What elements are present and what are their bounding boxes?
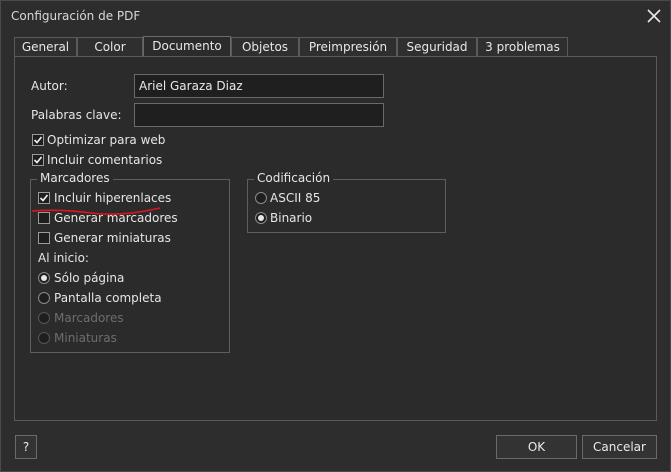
tab-label: Objetos [241,40,289,54]
radio-ascii85-label: ASCII 85 [270,191,321,205]
tab-label: Color [94,40,126,54]
radio-dot [41,275,47,281]
include-comments-checkbox[interactable] [32,154,44,166]
tab-label: Seguridad [406,40,468,54]
keywords-label: Palabras clave: [31,108,122,122]
author-label: Autor: [31,79,68,93]
radio-ascii85[interactable] [255,192,267,204]
tab-seguridad[interactable]: Seguridad [397,37,477,56]
radio-pantalla-completa-label: Pantalla completa [54,291,162,305]
generate-thumbnails-checkbox[interactable] [38,232,50,244]
radio-binario-label: Binario [270,211,313,225]
tab-problemas[interactable]: 3 problemas [477,37,568,56]
optimize-web-checkbox[interactable] [32,134,44,146]
radio-pantalla-completa[interactable] [38,292,50,304]
radio-binario[interactable] [255,212,267,224]
optimize-web-label: Optimizar para web [47,133,166,147]
tab-documento[interactable]: Documento [143,36,231,57]
check-icon [33,136,43,144]
tab-label: 3 problemas [485,40,560,54]
radio-miniaturas [38,332,50,344]
radio-dot [258,215,264,221]
title-bar: Configuración de PDF [1,1,670,33]
tab-general[interactable]: General [14,37,77,56]
generate-thumbnails-label: Generar miniaturas [54,231,171,245]
radio-marcadores [38,312,50,324]
include-hyperlinks-checkbox[interactable] [38,192,50,204]
keywords-input[interactable] [134,103,384,127]
include-hyperlinks-label: Incluir hiperenlaces [54,191,172,205]
tab-preimpresion[interactable]: Preimpresión [299,37,397,56]
help-button[interactable]: ? [15,435,37,459]
tab-label: Documento [152,39,222,53]
check-icon [33,156,43,164]
radio-solo-pagina[interactable] [38,272,50,284]
ok-button[interactable]: OK [496,435,577,459]
radio-solo-pagina-label: Sólo página [54,271,125,285]
author-input[interactable]: Ariel Garaza Diaz [134,74,384,98]
radio-marcadores-label: Marcadores [54,311,124,325]
encoding-legend: Codificación [254,171,334,185]
tab-label: Preimpresión [308,40,388,54]
check-icon [39,194,49,202]
pdf-settings-dialog: Configuración de PDF General Color Docum… [0,0,671,472]
include-comments-label: Incluir comentarios [47,153,163,167]
generate-bookmarks-checkbox[interactable] [38,212,50,224]
close-icon [647,9,661,23]
tab-objetos[interactable]: Objetos [231,37,299,56]
tab-label: General [21,40,70,54]
bookmarks-legend: Marcadores [37,171,113,185]
cancel-button[interactable]: Cancelar [582,435,657,459]
generate-bookmarks-label: Generar marcadores [54,211,178,225]
on-start-label: Al inicio: [38,251,89,265]
radio-miniaturas-label: Miniaturas [54,331,117,345]
tab-color[interactable]: Color [77,37,143,56]
close-button[interactable] [641,4,667,28]
window-title: Configuración de PDF [11,9,141,23]
